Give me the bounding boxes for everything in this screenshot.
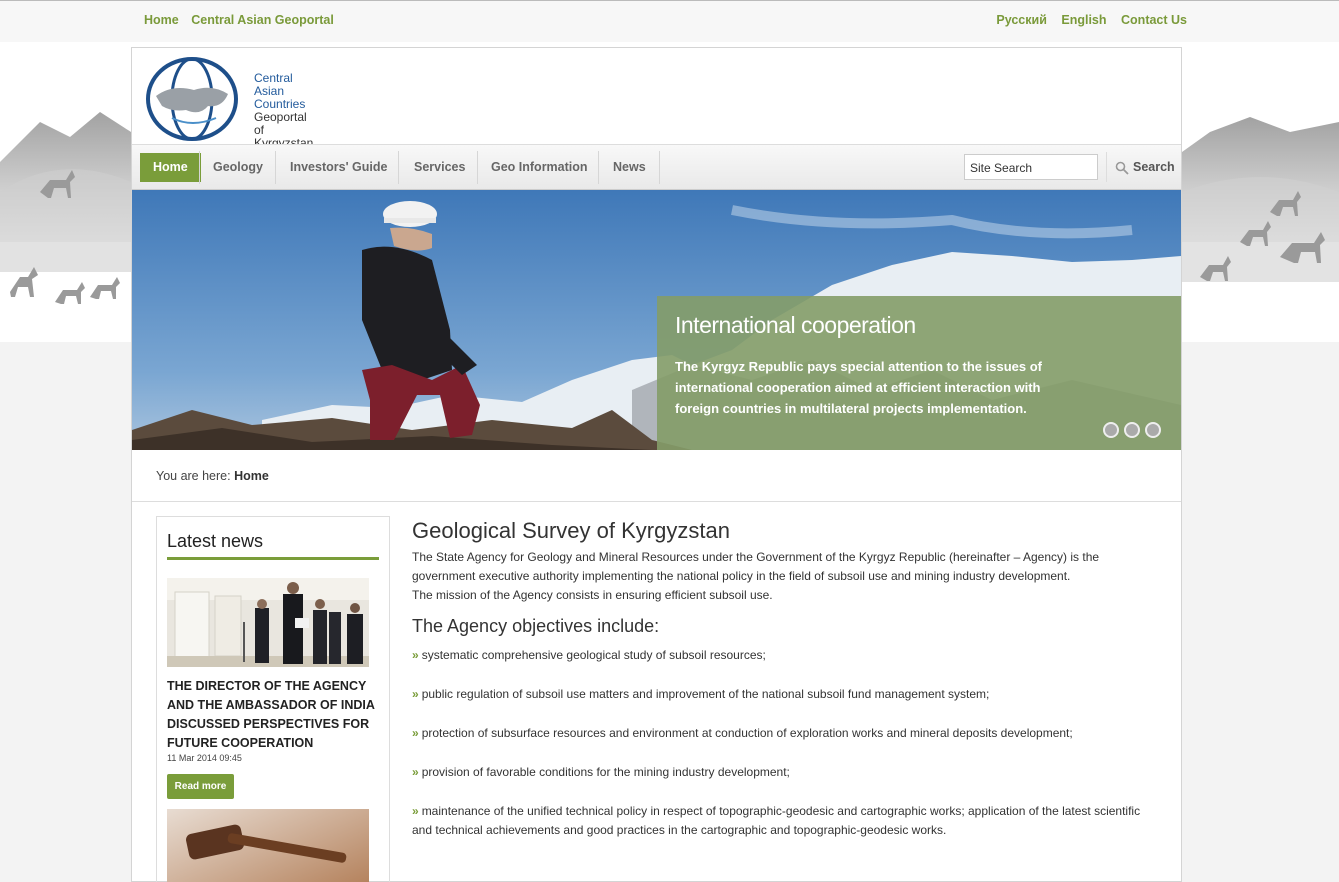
nav-services[interactable]: Services: [400, 153, 479, 182]
read-more-button[interactable]: Read more: [167, 774, 234, 799]
page-title: Geological Survey of Kyrgyzstan: [412, 518, 730, 543]
double-chevron-icon: »: [412, 804, 419, 818]
objective-item: » systematic comprehensive geological stu…: [412, 646, 1162, 665]
objective-item: » provision of favorable conditions for t…: [412, 763, 1162, 782]
hero-caption: International cooperation The Kyrgyz Rep…: [657, 296, 1181, 450]
breadcrumb: You are here: Home: [156, 469, 269, 483]
double-chevron-icon: »: [412, 726, 419, 740]
title-underline: [167, 557, 379, 560]
double-chevron-icon: »: [412, 648, 419, 662]
magnifier-icon: [1115, 161, 1129, 175]
nav-geology[interactable]: Geology: [199, 153, 277, 182]
news-date-1: 11 Mar 2014 09:45: [167, 753, 242, 763]
top-bar: Home Central Asian Geoportal Русский Eng…: [0, 0, 1339, 42]
intro-paragraph: The State Agency for Geology and Mineral…: [412, 548, 1162, 605]
logo-line-4: Geoportal: [254, 110, 307, 124]
globe-logo-icon: [146, 57, 238, 141]
site-logo[interactable]: Central Asian Countries Geoportal of Kyr…: [142, 56, 322, 150]
divider: [132, 501, 1181, 502]
nav-geo-information[interactable]: Geo Information: [477, 153, 602, 182]
objective-text: systematic comprehensive geological stud…: [421, 648, 766, 662]
objective-item: » maintenance of the unified technical po…: [412, 802, 1162, 840]
hero-slider: International cooperation The Kyrgyz Rep…: [132, 190, 1181, 450]
gavel-photo-image: [167, 809, 369, 882]
objectives-heading: The Agency objectives include:: [412, 616, 660, 636]
news-thumbnail-2[interactable]: [167, 809, 369, 882]
slider-dot-3[interactable]: [1145, 422, 1161, 438]
objective-item: » protection of subsurface resources and …: [412, 724, 1162, 743]
logo-text: Central Asian Countries Geoportal of Kyr…: [254, 72, 322, 150]
news-title-1[interactable]: THE DIRECTOR OF THE AGENCY AND THE AMBAS…: [167, 677, 379, 753]
hero-text: The Kyrgyz Republic pays special attenti…: [675, 359, 1042, 416]
latest-news-title: Latest news: [167, 531, 264, 551]
mission-text: The mission of the Agency consists in en…: [412, 588, 773, 602]
top-link-home[interactable]: Home: [144, 13, 179, 27]
objective-text: provision of favorable conditions for th…: [421, 765, 790, 779]
hero-title: International cooperation: [675, 312, 916, 338]
main-nav: Home Geology Investors' Guide Services G…: [132, 144, 1181, 190]
latest-news-panel: Latest news THE DIRECTOR OF THE AGENCY A…: [156, 516, 390, 882]
nav-news[interactable]: News: [599, 153, 660, 182]
nav-investors-guide[interactable]: Investors' Guide: [276, 153, 401, 182]
objective-item: » public regulation of subsoil use matter…: [412, 685, 1162, 704]
top-links-left: Home Central Asian Geoportal: [144, 13, 343, 27]
search-button-label: Search: [1133, 160, 1175, 174]
news-thumbnail-1[interactable]: [167, 578, 369, 667]
top-link-contact-us[interactable]: Contact Us: [1121, 13, 1187, 27]
objective-text: public regulation of subsoil use matters…: [421, 687, 990, 701]
search-button[interactable]: Search: [1106, 152, 1175, 182]
top-links-right: Русский English Contact Us: [985, 13, 1187, 27]
page-container: Central Asian Countries Geoportal of Kyr…: [131, 47, 1182, 882]
breadcrumb-prefix: You are here:: [156, 469, 231, 483]
top-link-russian[interactable]: Русский: [996, 13, 1047, 27]
double-chevron-icon: »: [412, 687, 419, 701]
nav-separator: [659, 151, 660, 184]
news-photo-image: [167, 578, 369, 667]
slider-dot-1[interactable]: [1103, 422, 1119, 438]
breadcrumb-current: Home: [234, 469, 269, 483]
nav-home[interactable]: Home: [140, 153, 201, 182]
objective-text: maintenance of the unified technical pol…: [412, 804, 1141, 837]
site-search-input[interactable]: Site Search: [964, 154, 1098, 180]
double-chevron-icon: »: [412, 765, 419, 779]
top-link-central-asian-geoportal[interactable]: Central Asian Geoportal: [191, 13, 334, 27]
nav-separator: [398, 151, 399, 184]
objective-text: protection of subsurface resources and e…: [421, 726, 1073, 740]
main-content: Geological Survey of Kyrgyzstan The Stat…: [412, 516, 1162, 860]
slider-dot-2[interactable]: [1124, 422, 1140, 438]
top-link-english[interactable]: English: [1061, 13, 1106, 27]
intro-text: The State Agency for Geology and Mineral…: [412, 550, 1100, 583]
